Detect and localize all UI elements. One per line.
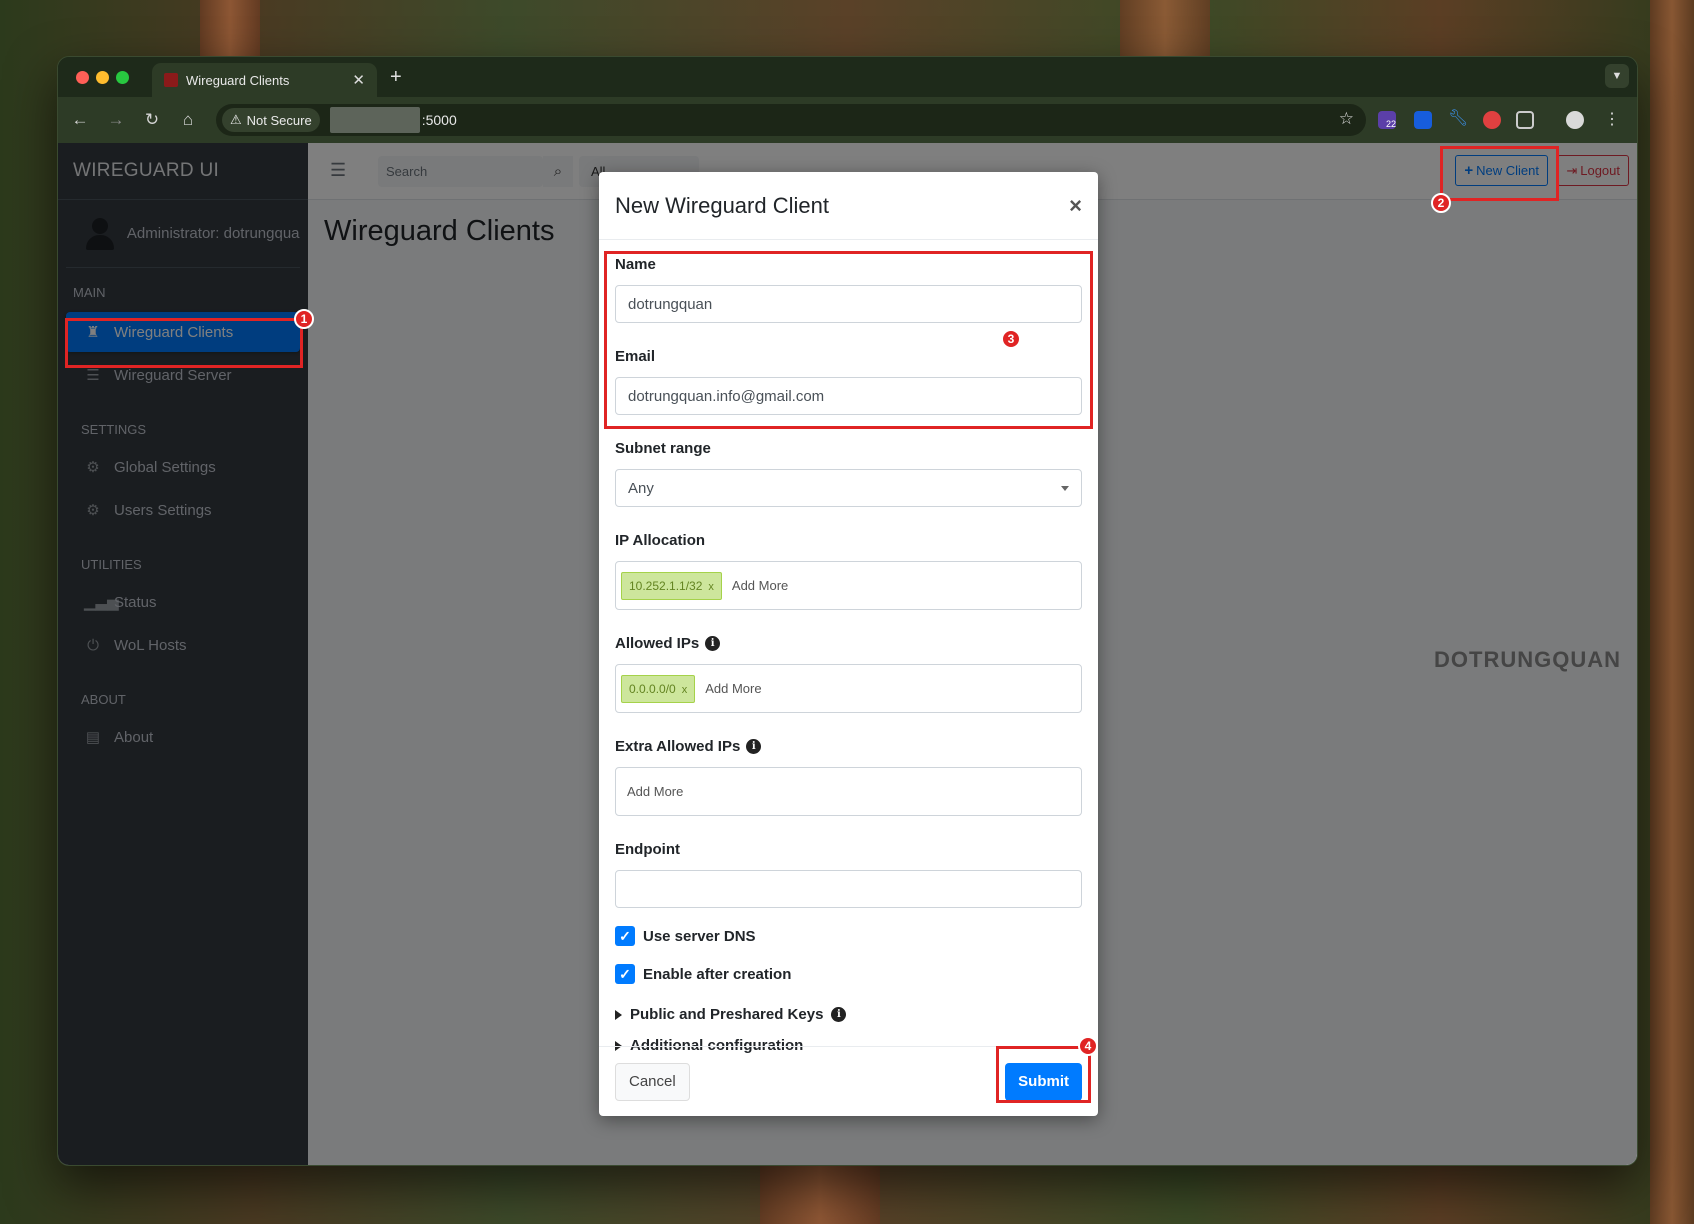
minimize-window-button[interactable]	[96, 71, 109, 84]
bookmark-star-icon[interactable]: ☆	[1339, 109, 1354, 129]
extension-icon[interactable]: 22	[1378, 111, 1396, 129]
reload-icon[interactable]: ↻	[142, 110, 162, 130]
ip-tag: 10.252.1.1/32 x	[621, 571, 722, 600]
ip-allocation-label: IP Allocation	[615, 532, 706, 549]
app: WIREGUARD UI Administrator: dotrungquan …	[58, 143, 1637, 1165]
modal-title: New Wireguard Client	[615, 192, 829, 218]
extension-badge: 22	[1385, 119, 1396, 129]
background-tree	[1650, 0, 1694, 1224]
allowed-ips-text: Allowed IPs	[615, 635, 700, 652]
annotation-badge-1: 1	[294, 309, 314, 329]
annotation-highlight-2	[1440, 146, 1559, 201]
browser-window: Wireguard Clients ✕ + ▼ ← → ↻ ⌂ ⚠ Not Se…	[57, 56, 1638, 1166]
info-icon[interactable]: i	[705, 636, 721, 651]
subnet-label: Subnet range	[615, 440, 711, 457]
use-server-dns-checkbox-row[interactable]: ✓ Use server DNS	[615, 926, 1082, 946]
url-port: :5000	[421, 112, 457, 128]
warning-triangle-icon: ⚠	[230, 112, 242, 127]
keys-disclosure[interactable]: Public and Preshared Keys i	[615, 1006, 1082, 1023]
ip-tag-value: 0.0.0.0/0	[629, 681, 676, 696]
ip-allocation-group: IP Allocation 10.252.1.1/32 x Add More	[615, 532, 1082, 610]
extensions-puzzle-icon[interactable]	[1516, 111, 1534, 129]
close-icon[interactable]: ×	[1069, 193, 1082, 219]
endpoint-field[interactable]	[615, 870, 1082, 908]
add-more-placeholder[interactable]: Add More	[732, 578, 788, 593]
remove-tag-icon[interactable]: x	[708, 581, 714, 593]
security-indicator[interactable]: ⚠ Not Secure	[222, 108, 320, 132]
endpoint-label: Endpoint	[615, 841, 680, 858]
background-tree	[1120, 0, 1210, 56]
tab-bar: Wireguard Clients ✕ + ▼	[58, 57, 1637, 97]
ip-allocation-tags-input[interactable]: 10.252.1.1/32 x Add More	[615, 561, 1082, 610]
cancel-button[interactable]: Cancel	[615, 1062, 690, 1101]
bitwarden-icon[interactable]	[1414, 111, 1432, 129]
close-window-button[interactable]	[76, 71, 89, 84]
background-tree	[200, 0, 260, 56]
address-bar[interactable]: ⚠ Not Secure :5000 ☆	[216, 104, 1366, 136]
ip-tag: 0.0.0.0/0 x	[621, 674, 696, 703]
enable-after-creation-checkbox-row[interactable]: ✓ Enable after creation	[615, 964, 1082, 984]
tab-close-icon[interactable]: ✕	[352, 71, 365, 89]
tab-title: Wireguard Clients	[186, 72, 290, 88]
caret-right-icon	[615, 1009, 622, 1020]
annotation-badge-2: 2	[1431, 193, 1451, 213]
add-more-placeholder[interactable]: Add More	[705, 681, 761, 696]
tab-search-chevron-icon[interactable]: ▼	[1605, 64, 1629, 88]
subnet-group: Subnet range Any	[615, 440, 1082, 507]
endpoint-group: Endpoint	[615, 841, 1082, 908]
modal-header: New Wireguard Client ×	[599, 172, 1098, 240]
ip-tag-value: 10.252.1.1/32	[629, 578, 703, 593]
background-tree	[760, 1166, 880, 1224]
profile-avatar[interactable]	[1566, 111, 1584, 129]
checkbox-checked-icon[interactable]: ✓	[615, 964, 635, 984]
allowed-ips-tags-input[interactable]: 0.0.0.0/0 x Add More	[615, 664, 1082, 713]
annotation-badge-3: 3	[1001, 329, 1021, 349]
favicon-icon	[164, 73, 178, 87]
back-arrow-icon[interactable]: ←	[70, 110, 90, 130]
annotation-highlight-1	[65, 318, 303, 368]
remove-tag-icon[interactable]: x	[682, 684, 688, 696]
new-tab-button[interactable]: +	[390, 66, 402, 89]
browser-toolbar: ← → ↻ ⌂ ⚠ Not Secure :5000 ☆ 22 🔧︎ ⋮	[58, 97, 1637, 143]
extra-allowed-ips-label: Extra Allowed IPs i	[615, 738, 1082, 755]
wrench-icon[interactable]: 🔧︎	[1448, 108, 1468, 127]
home-icon[interactable]: ⌂	[178, 110, 198, 130]
allowed-ips-group: Allowed IPs i 0.0.0.0/0 x Add More	[615, 635, 1082, 713]
info-icon[interactable]: i	[831, 1007, 847, 1022]
annotation-highlight-4	[996, 1046, 1091, 1103]
keys-label: Public and Preshared Keys	[630, 1006, 824, 1023]
enable-after-creation-label: Enable after creation	[643, 965, 792, 983]
allowed-ips-label: Allowed IPs i	[615, 635, 1082, 652]
annotation-badge-4: 4	[1078, 1036, 1098, 1056]
extra-allowed-ips-group: Extra Allowed IPs i Add More	[615, 738, 1082, 816]
subnet-select[interactable]: Any	[615, 469, 1082, 507]
extra-allowed-ips-text: Extra Allowed IPs	[615, 738, 741, 755]
forward-arrow-icon[interactable]: →	[106, 110, 126, 130]
browser-tab[interactable]: Wireguard Clients ✕	[152, 63, 377, 97]
adblock-icon[interactable]	[1483, 111, 1501, 129]
maximize-window-button[interactable]	[116, 71, 129, 84]
add-more-placeholder[interactable]: Add More	[627, 784, 683, 799]
info-icon[interactable]: i	[746, 739, 762, 754]
use-server-dns-label: Use server DNS	[643, 927, 756, 945]
extra-allowed-ips-tags-input[interactable]: Add More	[615, 767, 1082, 816]
security-label: Not Secure	[246, 112, 312, 128]
checkbox-checked-icon[interactable]: ✓	[615, 926, 635, 946]
more-vertical-icon[interactable]: ⋮	[1604, 109, 1622, 128]
url-host-redacted	[329, 107, 420, 133]
